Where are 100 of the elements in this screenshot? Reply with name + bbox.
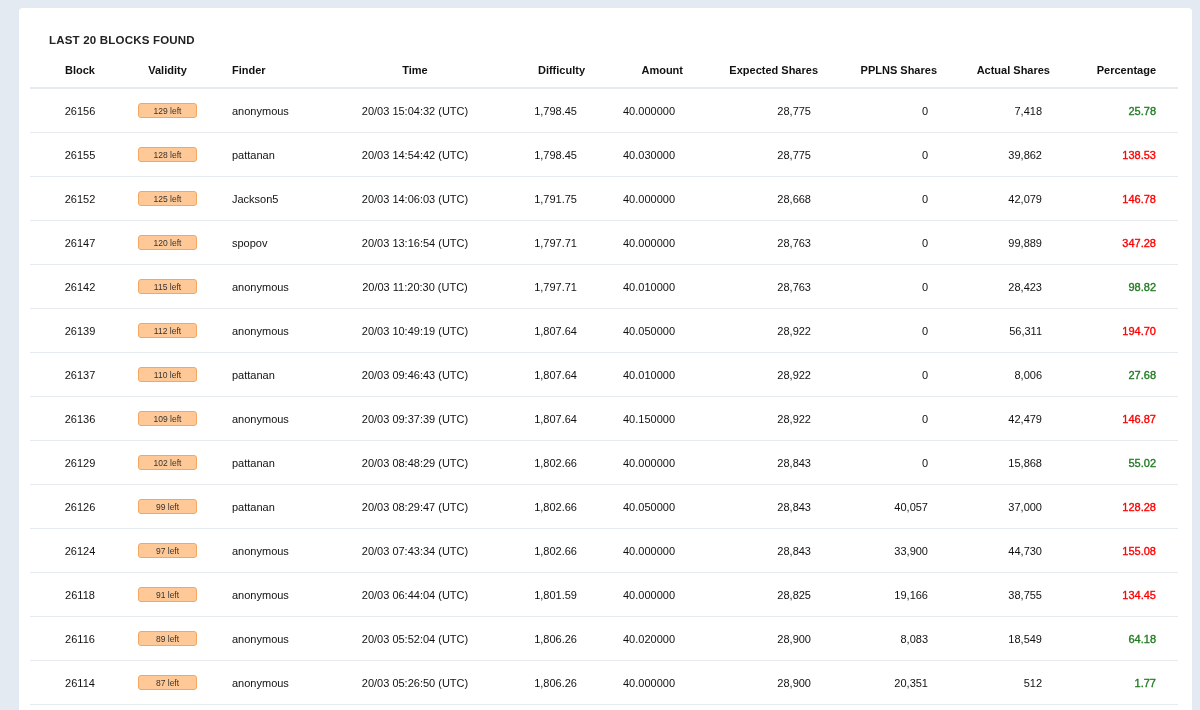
block-number: 26126 [64,500,96,513]
block-time: 20/03 14:06:03 (UTC) [361,192,469,205]
amount-value: 40.000000 [623,676,675,689]
actual-shares: 39,862 [1008,148,1042,161]
difficulty-value: 1,807.64 [534,368,577,381]
actual-shares: 42,479 [1008,412,1042,425]
finder-name: anonymous [232,632,289,645]
difficulty-value: 1,807.64 [534,324,577,337]
pplns-shares: 0 [921,324,928,337]
difficulty-value: 1,802.66 [534,544,577,557]
expected-shares: 28,922 [777,412,811,425]
column-header: Time [330,52,500,88]
block-time: 20/03 09:46:43 (UTC) [361,368,469,381]
validity-badge: 129 left [138,103,197,118]
pplns-shares: 0 [921,192,928,205]
actual-shares: 512 [1023,676,1042,689]
actual-shares: 15,868 [1008,456,1042,469]
block-number: 26152 [64,192,96,205]
pplns-shares: 0 [921,368,928,381]
pplns-shares: 8,083 [900,632,928,645]
pplns-shares: 0 [921,280,928,293]
column-header: Validity [130,52,205,88]
pplns-shares: 19,166 [894,588,928,601]
column-header: Actual Shares [950,52,1060,88]
block-time: 20/03 10:49:19 (UTC) [361,324,469,337]
amount-value: 40.030000 [623,148,675,161]
column-header: PPLNS Shares [830,52,950,88]
percentage-value: 1.77 [1134,676,1156,689]
finder-name: pattanan [232,500,275,513]
percentage-value: 128.28 [1122,500,1156,513]
block-number: 26118 [65,588,95,601]
expected-shares: 28,775 [777,104,811,117]
finder-name: anonymous [232,544,289,557]
column-header: Amount [590,52,700,88]
validity-badge: 112 left [138,323,197,338]
block-number: 26116 [65,632,95,645]
expected-shares: 28,922 [777,368,811,381]
block-time: 20/03 11:20:30 (UTC) [362,280,468,293]
actual-shares: 56,311 [1009,324,1042,337]
pplns-shares: 20,351 [894,676,928,689]
expected-shares: 28,900 [777,632,811,645]
percentage-value: 25.78 [1128,104,1156,117]
percentage-value: 134.45 [1122,588,1156,601]
block-number: 26142 [64,280,96,293]
amount-value: 40.000000 [623,236,675,249]
finder-name: anonymous [232,588,289,601]
percentage-value: 347.28 [1122,236,1156,249]
pplns-shares: 0 [921,412,928,425]
expected-shares: 28,763 [777,236,811,249]
expected-shares: 28,843 [777,544,811,557]
amount-value: 40.000000 [623,456,675,469]
expected-shares: 28,843 [777,500,811,513]
pplns-shares: 40,057 [894,500,928,513]
percentage-value: 194.70 [1122,324,1156,337]
expected-shares: 28,922 [777,324,811,337]
difficulty-value: 1,806.26 [534,676,577,689]
block-time: 20/03 13:16:54 (UTC) [361,236,469,249]
finder-name: anonymous [232,676,289,689]
percentage-value: 64.18 [1128,632,1156,645]
amount-value: 40.000000 [623,588,675,601]
block-number: 26137 [64,368,96,381]
actual-shares: 38,755 [1008,588,1042,601]
block-time: 20/03 05:26:50 (UTC) [361,676,469,689]
column-header: Difficulty [500,52,590,88]
percentage-value: 55.02 [1128,456,1156,469]
percentage-value: 146.78 [1122,192,1156,205]
block-number: 26155 [64,148,96,161]
difficulty-value: 1,806.26 [534,632,577,645]
amount-value: 40.020000 [623,632,675,645]
difficulty-value: 1,801.59 [534,588,577,601]
block-time: 20/03 06:44:04 (UTC) [361,588,469,601]
block-time: 20/03 15:04:32 (UTC) [361,104,469,117]
validity-badge: 97 left [138,543,197,558]
validity-badge: 91 left [138,587,197,602]
finder-name: pattanan [232,148,275,161]
finder-name: anonymous [232,412,289,425]
block-time: 20/03 08:29:47 (UTC) [361,500,469,513]
block-time: 20/03 05:52:04 (UTC) [361,632,469,645]
validity-badge: 110 left [138,367,197,382]
column-header: Block [30,52,130,88]
pplns-shares: 0 [921,456,928,469]
block-number: 26139 [64,324,96,337]
validity-badge: 120 left [138,235,197,250]
finder-name: Jackson5 [232,192,279,205]
actual-shares: 7,418 [1014,104,1042,117]
expected-shares: 28,775 [777,148,811,161]
amount-value: 40.010000 [623,280,675,293]
validity-badge: 125 left [138,191,197,206]
pplns-shares: 33,900 [894,544,928,557]
difficulty-value: 1,802.66 [534,456,577,469]
validity-badge: 115 left [138,279,197,294]
amount-value: 40.150000 [623,412,675,425]
percentage-value: 155.08 [1122,544,1156,557]
amount-value: 40.050000 [623,324,675,337]
finder-name: spopov [232,236,268,249]
block-number: 26114 [65,676,95,689]
difficulty-value: 1,802.66 [534,500,577,513]
block-time: 20/03 14:54:42 (UTC) [361,148,469,161]
actual-shares: 37,000 [1008,500,1042,513]
difficulty-value: 1,797.71 [534,280,577,293]
